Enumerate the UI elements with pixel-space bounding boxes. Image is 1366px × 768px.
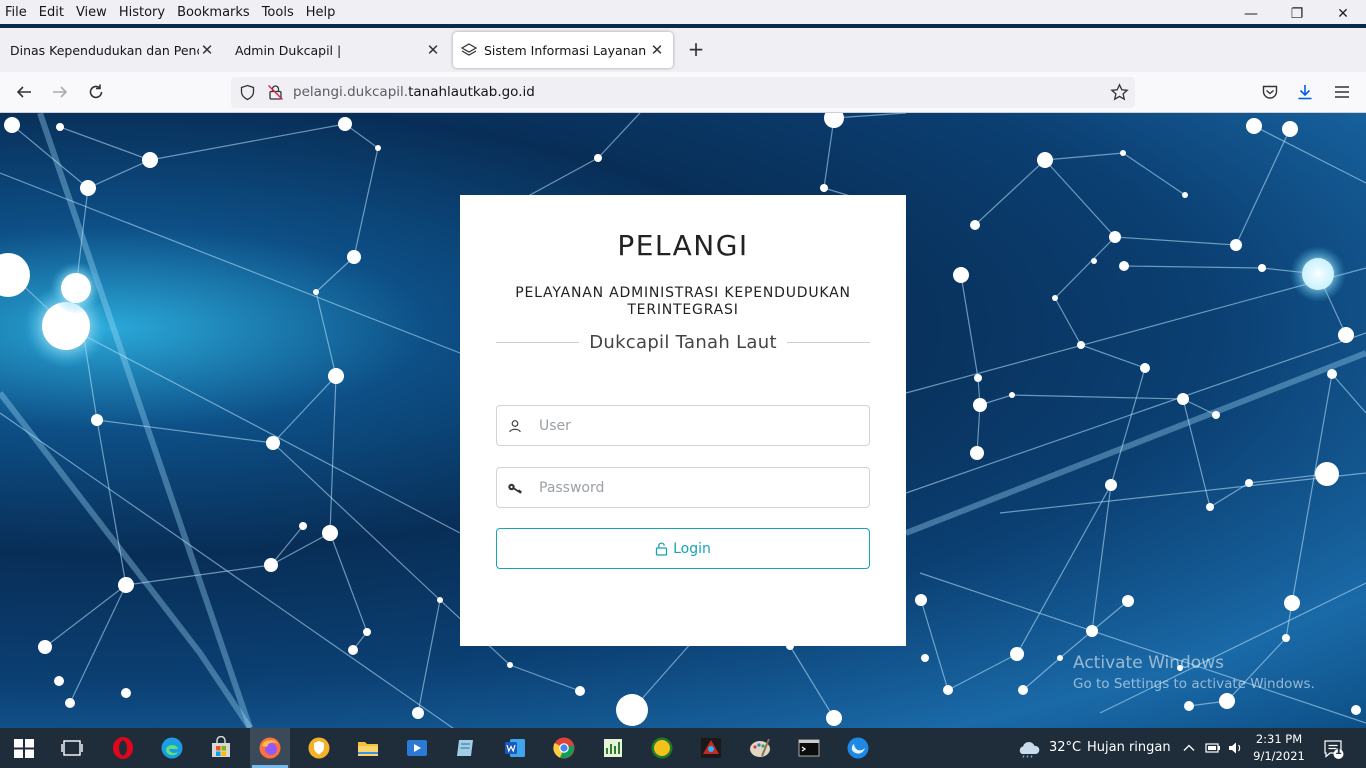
window-controls: — ❐ ✕: [1228, 0, 1366, 28]
login-page: PELANGI PELAYANAN ADMINISTRASI KEPENDUDU…: [0, 113, 1366, 728]
close-tab-icon[interactable]: ✕: [425, 41, 441, 59]
menu-view[interactable]: View: [70, 5, 113, 20]
browser-shield-icon[interactable]: [307, 736, 331, 760]
login-button[interactable]: Login: [496, 528, 870, 569]
chrome-icon[interactable]: [552, 736, 576, 760]
clock-time: 2:31 PM: [1255, 732, 1303, 746]
password-field[interactable]: [496, 467, 870, 508]
paint-icon[interactable]: [748, 736, 772, 760]
navigation-bar: pelangi.dukcapil.tanahlautkab.go.id: [0, 72, 1366, 113]
app-menu-button[interactable]: [1330, 80, 1354, 104]
edge-icon[interactable]: [160, 736, 184, 760]
user-input[interactable]: [533, 406, 869, 445]
game-app-icon[interactable]: [699, 736, 723, 760]
terminal-icon[interactable]: [797, 736, 821, 760]
crescent-app-icon[interactable]: [846, 736, 870, 760]
pocket-button[interactable]: [1258, 80, 1282, 104]
layers-icon: [461, 43, 477, 56]
windows-start-icon[interactable]: [12, 736, 36, 760]
opera-icon[interactable]: [111, 736, 135, 760]
pocket-icon: [1262, 85, 1278, 99]
back-button[interactable]: [12, 80, 36, 104]
notification-count-badge: 1: [1335, 746, 1342, 757]
store-icon[interactable]: [209, 736, 233, 760]
back-arrow-icon: [16, 86, 31, 98]
file-explorer-icon[interactable]: [356, 736, 380, 760]
login-card: PELANGI PELAYANAN ADMINISTRASI KEPENDUDU…: [460, 195, 906, 646]
downloads-button[interactable]: [1293, 80, 1317, 104]
download-icon: [1298, 85, 1312, 100]
menu-file[interactable]: File: [0, 5, 33, 20]
chevron-up-icon[interactable]: [1182, 741, 1196, 755]
hamburger-menu-icon: [1335, 86, 1349, 98]
close-tab-icon[interactable]: ✕: [649, 41, 665, 59]
key-icon: [497, 481, 533, 495]
taskbar: 32°C Hujan ringan 2:31 PM 9/1/2021 1: [0, 728, 1366, 768]
weather-cloud-icon[interactable]: [1016, 740, 1042, 758]
tab-bar: Dinas Kependudukan dan Pencatatan Sipil …: [0, 28, 1366, 72]
user-icon: [497, 419, 533, 433]
menu-edit[interactable]: Edit: [33, 5, 70, 20]
close-tab-icon[interactable]: ✕: [199, 41, 215, 59]
shield-icon[interactable]: [239, 84, 256, 101]
word-icon[interactable]: [503, 736, 527, 760]
login-label: Login: [673, 540, 711, 557]
bookmark-star-icon[interactable]: [1110, 83, 1129, 102]
activate-windows-watermark: Activate Windows Go to Settings to activ…: [1073, 653, 1315, 692]
new-tab-button[interactable]: +: [684, 38, 708, 62]
media-player-icon[interactable]: [405, 736, 429, 760]
task-view-icon[interactable]: [60, 736, 84, 760]
weather-temperature[interactable]: 32°C: [1049, 740, 1081, 755]
menu-history[interactable]: History: [113, 5, 171, 20]
tab-title: Dinas Kependudukan dan Pencatatan Sipil: [10, 42, 199, 58]
forward-button[interactable]: [48, 80, 72, 104]
tab-sistem-informasi[interactable]: Sistem Informasi Layanan Terintegrasi ✕: [453, 32, 673, 68]
divider-line: [786, 341, 871, 343]
forward-arrow-icon: [53, 86, 68, 98]
unlock-icon: [655, 542, 668, 556]
insecure-lock-icon[interactable]: [267, 84, 284, 101]
weather-description[interactable]: Hujan ringan: [1087, 740, 1171, 755]
menu-bar: File Edit View History Bookmarks Tools H…: [0, 0, 1366, 24]
tab-title: Admin Dukcapil |: [235, 42, 342, 58]
user-field[interactable]: [496, 405, 870, 446]
org-name: Dukcapil Tanah Laut: [589, 331, 777, 353]
tab-title: Sistem Informasi Layanan Terintegrasi: [484, 42, 649, 58]
spreadsheet-icon[interactable]: [601, 736, 625, 760]
hs-app-icon[interactable]: [650, 736, 674, 760]
app-title: PELANGI: [617, 229, 749, 262]
org-divider: Dukcapil Tanah Laut: [496, 329, 871, 355]
close-window-button[interactable]: ✕: [1320, 0, 1366, 28]
menu-tools[interactable]: Tools: [256, 5, 300, 20]
restore-button[interactable]: ❐: [1274, 0, 1320, 28]
tab-dinas[interactable]: Dinas Kependudukan dan Pencatatan Sipil …: [10, 32, 215, 68]
divider-line: [496, 341, 580, 343]
system-clock[interactable]: 2:31 PM 9/1/2021: [1250, 731, 1308, 765]
tab-admin[interactable]: Admin Dukcapil | ✕: [235, 32, 441, 68]
app-subtitle: PELAYANAN ADMINISTRASI KEPENDUDUKAN TERI…: [515, 285, 851, 318]
volume-icon[interactable]: [1227, 740, 1245, 756]
minimize-button[interactable]: —: [1228, 0, 1274, 28]
clock-date: 9/1/2021: [1253, 749, 1305, 763]
menu-help[interactable]: Help: [300, 5, 342, 20]
password-input[interactable]: [533, 468, 869, 507]
reload-button[interactable]: [84, 80, 108, 104]
notes-app-icon[interactable]: [454, 736, 478, 760]
battery-icon[interactable]: [1204, 740, 1222, 756]
firefox-icon[interactable]: [258, 736, 282, 760]
reload-icon: [89, 84, 103, 99]
url-bar[interactable]: pelangi.dukcapil.tanahlautkab.go.id: [231, 77, 1135, 108]
menu-bookmarks[interactable]: Bookmarks: [171, 5, 256, 20]
url-text[interactable]: pelangi.dukcapil.tanahlautkab.go.id: [293, 84, 535, 100]
watermark-title: Activate Windows: [1073, 653, 1224, 673]
watermark-subtitle: Go to Settings to activate Windows.: [1073, 676, 1315, 692]
